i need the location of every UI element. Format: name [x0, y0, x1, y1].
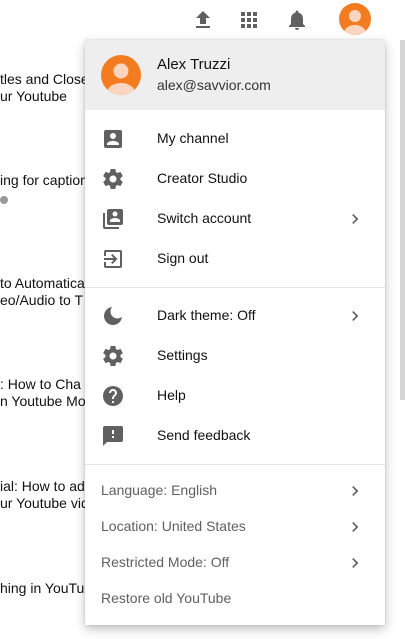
video-title-line: ur Youtube [0, 88, 67, 104]
menu-item-restore-old-youtube[interactable]: Restore old YouTube [85, 579, 385, 619]
upload-icon[interactable] [191, 8, 215, 32]
menu-item-restricted-mode[interactable]: Restricted Mode: Off [85, 543, 385, 583]
chevron-right-icon [345, 306, 365, 326]
chevron-right-icon [345, 209, 365, 229]
video-title[interactable]: ing for caption [0, 172, 88, 189]
menu-item-location[interactable]: Location: United States [85, 507, 385, 547]
video-title-line: ing for caption [0, 172, 88, 188]
video-title[interactable]: tles and Close ur Youtube [0, 71, 89, 105]
video-title-line: : How to Cha [0, 376, 81, 392]
apps-grid-icon[interactable] [237, 8, 261, 32]
menu-item-label: Settings [157, 347, 208, 363]
menu-item-label: Location: United States [101, 518, 246, 534]
video-title-line: ur Youtube vid [0, 495, 89, 511]
scrollbar[interactable] [400, 40, 405, 400]
menu-item-sign-out[interactable]: Sign out [85, 239, 385, 279]
menu-item-label: Restore old YouTube [101, 590, 232, 606]
divider [85, 287, 385, 288]
account-email: alex@savvior.com [157, 77, 271, 93]
switch-account-icon [101, 207, 125, 231]
menu-item-label: Dark theme: Off [157, 307, 256, 323]
video-title-line: hing in YouTu [0, 580, 85, 596]
menu-item-label: Help [157, 387, 186, 403]
chevron-right-icon [345, 481, 365, 501]
menu-item-send-feedback[interactable]: Send feedback [85, 416, 385, 456]
video-title[interactable]: hing in YouTu [0, 580, 84, 597]
moon-icon [101, 304, 125, 328]
account-avatar[interactable] [339, 3, 371, 35]
feedback-icon [101, 424, 125, 448]
video-title[interactable]: : How to Cha n Youtube Mo [0, 376, 86, 410]
menu-item-label: Language: English [101, 482, 217, 498]
help-icon [101, 384, 125, 408]
account-name: Alex Truzzi [157, 56, 231, 73]
gear-icon [101, 167, 125, 191]
divider [85, 464, 385, 465]
video-title-line: ial: How to add [0, 478, 93, 494]
menu-item-switch-account[interactable]: Switch account [85, 199, 385, 239]
video-title-line: tles and Close [0, 71, 89, 87]
video-title[interactable]: ial: How to add ur Youtube vid [0, 478, 93, 512]
video-title-line: n Youtube Mo [0, 393, 86, 409]
verified-icon [0, 196, 8, 204]
video-title-line: to Automatica [0, 275, 85, 291]
sign-out-icon [101, 247, 125, 271]
chevron-right-icon [345, 517, 365, 537]
menu-item-language[interactable]: Language: English [85, 471, 385, 511]
menu-item-label: Restricted Mode: Off [101, 554, 230, 570]
menu-item-dark-theme[interactable]: Dark theme: Off [85, 296, 385, 336]
person-badge-icon [101, 127, 125, 151]
menu-item-creator-studio[interactable]: Creator Studio [85, 159, 385, 199]
menu-item-label: Sign out [157, 250, 209, 266]
top-bar [0, 0, 405, 40]
menu-item-settings[interactable]: Settings [85, 336, 385, 376]
video-title-line: eo/Audio to T [0, 292, 84, 308]
menu-item-label: Send feedback [157, 427, 251, 443]
chevron-right-icon [345, 553, 365, 573]
notifications-bell-icon[interactable] [285, 8, 309, 32]
menu-item-help[interactable]: Help [85, 376, 385, 416]
avatar [101, 55, 141, 95]
account-menu: Alex Truzzi alex@savvior.com My channel … [85, 40, 385, 625]
menu-item-label: Switch account [157, 210, 252, 226]
menu-item-label: My channel [157, 130, 229, 146]
menu-item-label: Creator Studio [157, 170, 248, 186]
account-header: Alex Truzzi alex@savvior.com [85, 40, 385, 110]
gear-icon [101, 344, 125, 368]
menu-item-my-channel[interactable]: My channel [85, 119, 385, 159]
video-title[interactable]: to Automatica eo/Audio to T [0, 275, 85, 309]
